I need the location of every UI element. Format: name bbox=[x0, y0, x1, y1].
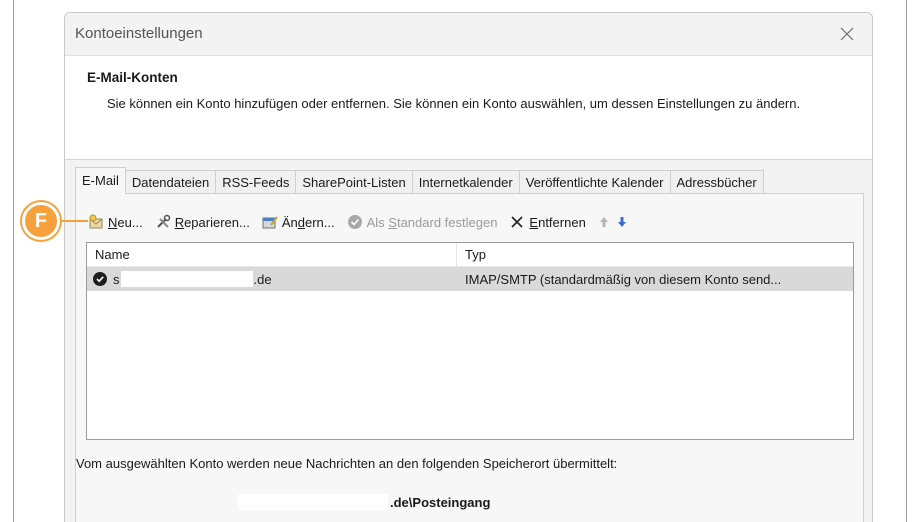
repair-label: eparieren... bbox=[184, 214, 250, 230]
account-list: Name Typ s .de IMAP/SMTP (standardmäßig … bbox=[86, 242, 854, 440]
delivery-info-text: Vom ausgewählten Konto werden neue Nachr… bbox=[76, 456, 618, 471]
delivery-location: .de\Posteingang bbox=[238, 494, 490, 510]
checkmark-circle-icon bbox=[347, 214, 363, 230]
default-account-check-icon bbox=[93, 272, 107, 286]
dialog-header: E-Mail-Konten Sie können ein Konto hinzu… bbox=[65, 55, 872, 160]
tab-address-books[interactable]: Adressbücher bbox=[669, 170, 764, 194]
account-name-end: .de bbox=[253, 271, 272, 287]
left-frame-line bbox=[13, 0, 14, 522]
close-button[interactable] bbox=[832, 19, 862, 49]
tab-internet-calendars[interactable]: Internetkalender bbox=[411, 170, 520, 194]
account-toolbar: Neu... Reparieren... Ändern... Als Stand… bbox=[88, 210, 640, 234]
account-name-start: s bbox=[113, 271, 120, 287]
title-bar: Kontoeinstellungen bbox=[65, 13, 872, 55]
header-title: E-Mail-Konten bbox=[87, 70, 178, 85]
column-header-name[interactable]: Name bbox=[87, 242, 457, 267]
email-tab-panel: Neu... Reparieren... Ändern... Als Stand… bbox=[75, 193, 864, 522]
tab-strip: E-Mail Datendateien RSS-Feeds SharePoint… bbox=[75, 167, 764, 194]
account-row[interactable]: s .de IMAP/SMTP (standardmäßig von diese… bbox=[87, 267, 853, 291]
new-mnemonic: N bbox=[108, 214, 118, 230]
account-type-cell: IMAP/SMTP (standardmäßig von diesem Kont… bbox=[465, 271, 782, 287]
change-mnemonic: d bbox=[297, 214, 305, 230]
new-label: eu... bbox=[117, 214, 143, 230]
header-description: Sie können ein Konto hinzufügen oder ent… bbox=[107, 96, 801, 111]
tab-sharepoint-lists[interactable]: SharePoint-Listen bbox=[295, 170, 413, 194]
remove-x-icon bbox=[509, 214, 525, 230]
new-account-button[interactable]: Neu... bbox=[88, 214, 143, 230]
move-up-button[interactable] bbox=[598, 216, 610, 228]
change-label-end: ern... bbox=[304, 214, 335, 230]
change-settings-icon bbox=[262, 214, 278, 230]
callout-badge: F bbox=[22, 202, 60, 240]
account-name-cell: s .de bbox=[87, 271, 457, 287]
repair-button[interactable]: Reparieren... bbox=[155, 214, 250, 230]
callout-connector bbox=[62, 220, 88, 222]
remove-label: ntfernen bbox=[538, 214, 586, 230]
default-mnemonic: S bbox=[388, 214, 397, 230]
remove-button[interactable]: Entfernen bbox=[509, 214, 586, 230]
right-frame-line bbox=[906, 0, 907, 522]
change-label-start: Än bbox=[281, 214, 298, 230]
new-account-icon bbox=[88, 214, 104, 230]
window-title: Kontoeinstellungen bbox=[75, 25, 203, 42]
repair-tools-icon bbox=[155, 214, 171, 230]
move-down-button[interactable] bbox=[616, 216, 628, 228]
tab-email[interactable]: E-Mail bbox=[75, 167, 126, 194]
delivery-path: .de\Posteingang bbox=[390, 494, 491, 510]
default-label-end: tandard festlegen bbox=[396, 214, 498, 230]
redaction-block bbox=[238, 494, 388, 510]
arrow-down-icon bbox=[617, 217, 626, 227]
tab-rss-feeds[interactable]: RSS-Feeds bbox=[215, 170, 297, 194]
set-default-button[interactable]: Als Standard festlegen bbox=[347, 214, 498, 230]
change-button[interactable]: Ändern... bbox=[262, 214, 335, 230]
remove-mnemonic: E bbox=[529, 214, 539, 230]
list-header: Name Typ bbox=[87, 242, 853, 267]
column-header-type[interactable]: Typ bbox=[457, 243, 486, 267]
account-settings-dialog: Kontoeinstellungen E-Mail-Konten Sie kön… bbox=[64, 12, 873, 522]
arrow-up-icon bbox=[599, 217, 608, 227]
repair-mnemonic: R bbox=[174, 214, 185, 230]
default-label-start: Als bbox=[366, 214, 389, 230]
redaction-block bbox=[120, 271, 253, 287]
tab-data-files[interactable]: Datendateien bbox=[124, 170, 217, 194]
tab-published-calendars[interactable]: Veröffentlichte Kalender bbox=[518, 170, 671, 194]
close-icon bbox=[840, 27, 854, 41]
